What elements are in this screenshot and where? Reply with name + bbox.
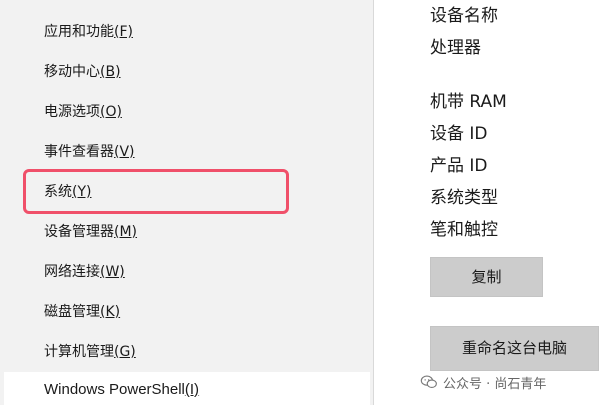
menu-item-label: 网络连接 [44,264,100,280]
menu-item-power-options[interactable]: 电源选项(O) [0,92,370,132]
menu-item-mobility-center[interactable]: 移动中心(B) [0,52,370,92]
menu-item-label: 设备管理器 [44,224,114,240]
menu-item-shortcut: (I) [184,381,200,398]
menu-item-label: Windows PowerShell [44,381,185,398]
highlight-annotation [23,169,289,214]
menu-item-shortcut: (W) [100,264,125,280]
pen-touch-label: 笔和触控 [430,220,498,240]
menu-item-shortcut: (F) [114,24,133,40]
menu-item-device-manager[interactable]: 设备管理器(M) [0,212,370,252]
menu-item-event-viewer[interactable]: 事件查看器(V) [0,132,370,172]
menu-item-shortcut: (K) [100,304,121,320]
menu-item-shortcut: (B) [100,64,121,80]
menu-item-shortcut: (M) [114,224,138,240]
device-name-label: 设备名称 [430,6,498,26]
menu-item-windows-powershell[interactable]: Windows PowerShell(I) [4,372,370,408]
menu-item-computer-management[interactable]: 计算机管理(G) [0,332,370,372]
menu-item-label: 电源选项 [44,104,100,120]
menu-item-label: 应用和功能 [44,24,114,40]
system-type-label: 系统类型 [430,188,498,208]
menu-item-shortcut: (O) [100,104,122,120]
menu-item-disk-management[interactable]: 磁盘管理(K) [0,292,370,332]
menu-item-label: 移动中心 [44,64,100,80]
device-id-label: 设备 ID [430,124,488,144]
menu-item-shortcut: (G) [114,344,136,360]
device-specifications-panel: 设备名称 处理器 机带 RAM 设备 ID 产品 ID 系统类型 笔和触控 复制… [430,0,599,405]
product-id-label: 产品 ID [430,156,488,176]
menu-item-shortcut: (V) [114,144,135,160]
menu-item-label: 事件查看器 [44,144,114,160]
processor-label: 处理器 [430,38,481,58]
menu-item-network-connections[interactable]: 网络连接(W) [0,252,370,292]
copy-button[interactable]: 复制 [430,257,543,297]
rename-pc-button[interactable]: 重命名这台电脑 [430,326,599,371]
watermark: 公众号 · 尚石青年 [420,371,546,393]
menu-item-label: 计算机管理 [44,344,114,360]
ram-label: 机带 RAM [430,92,507,112]
menu-item-apps-features[interactable]: 应用和功能(F) [0,12,370,52]
menu-item-label: 磁盘管理 [44,304,100,320]
watermark-text: 公众号 · 尚石青年 [443,376,547,392]
wechat-icon [420,375,437,389]
